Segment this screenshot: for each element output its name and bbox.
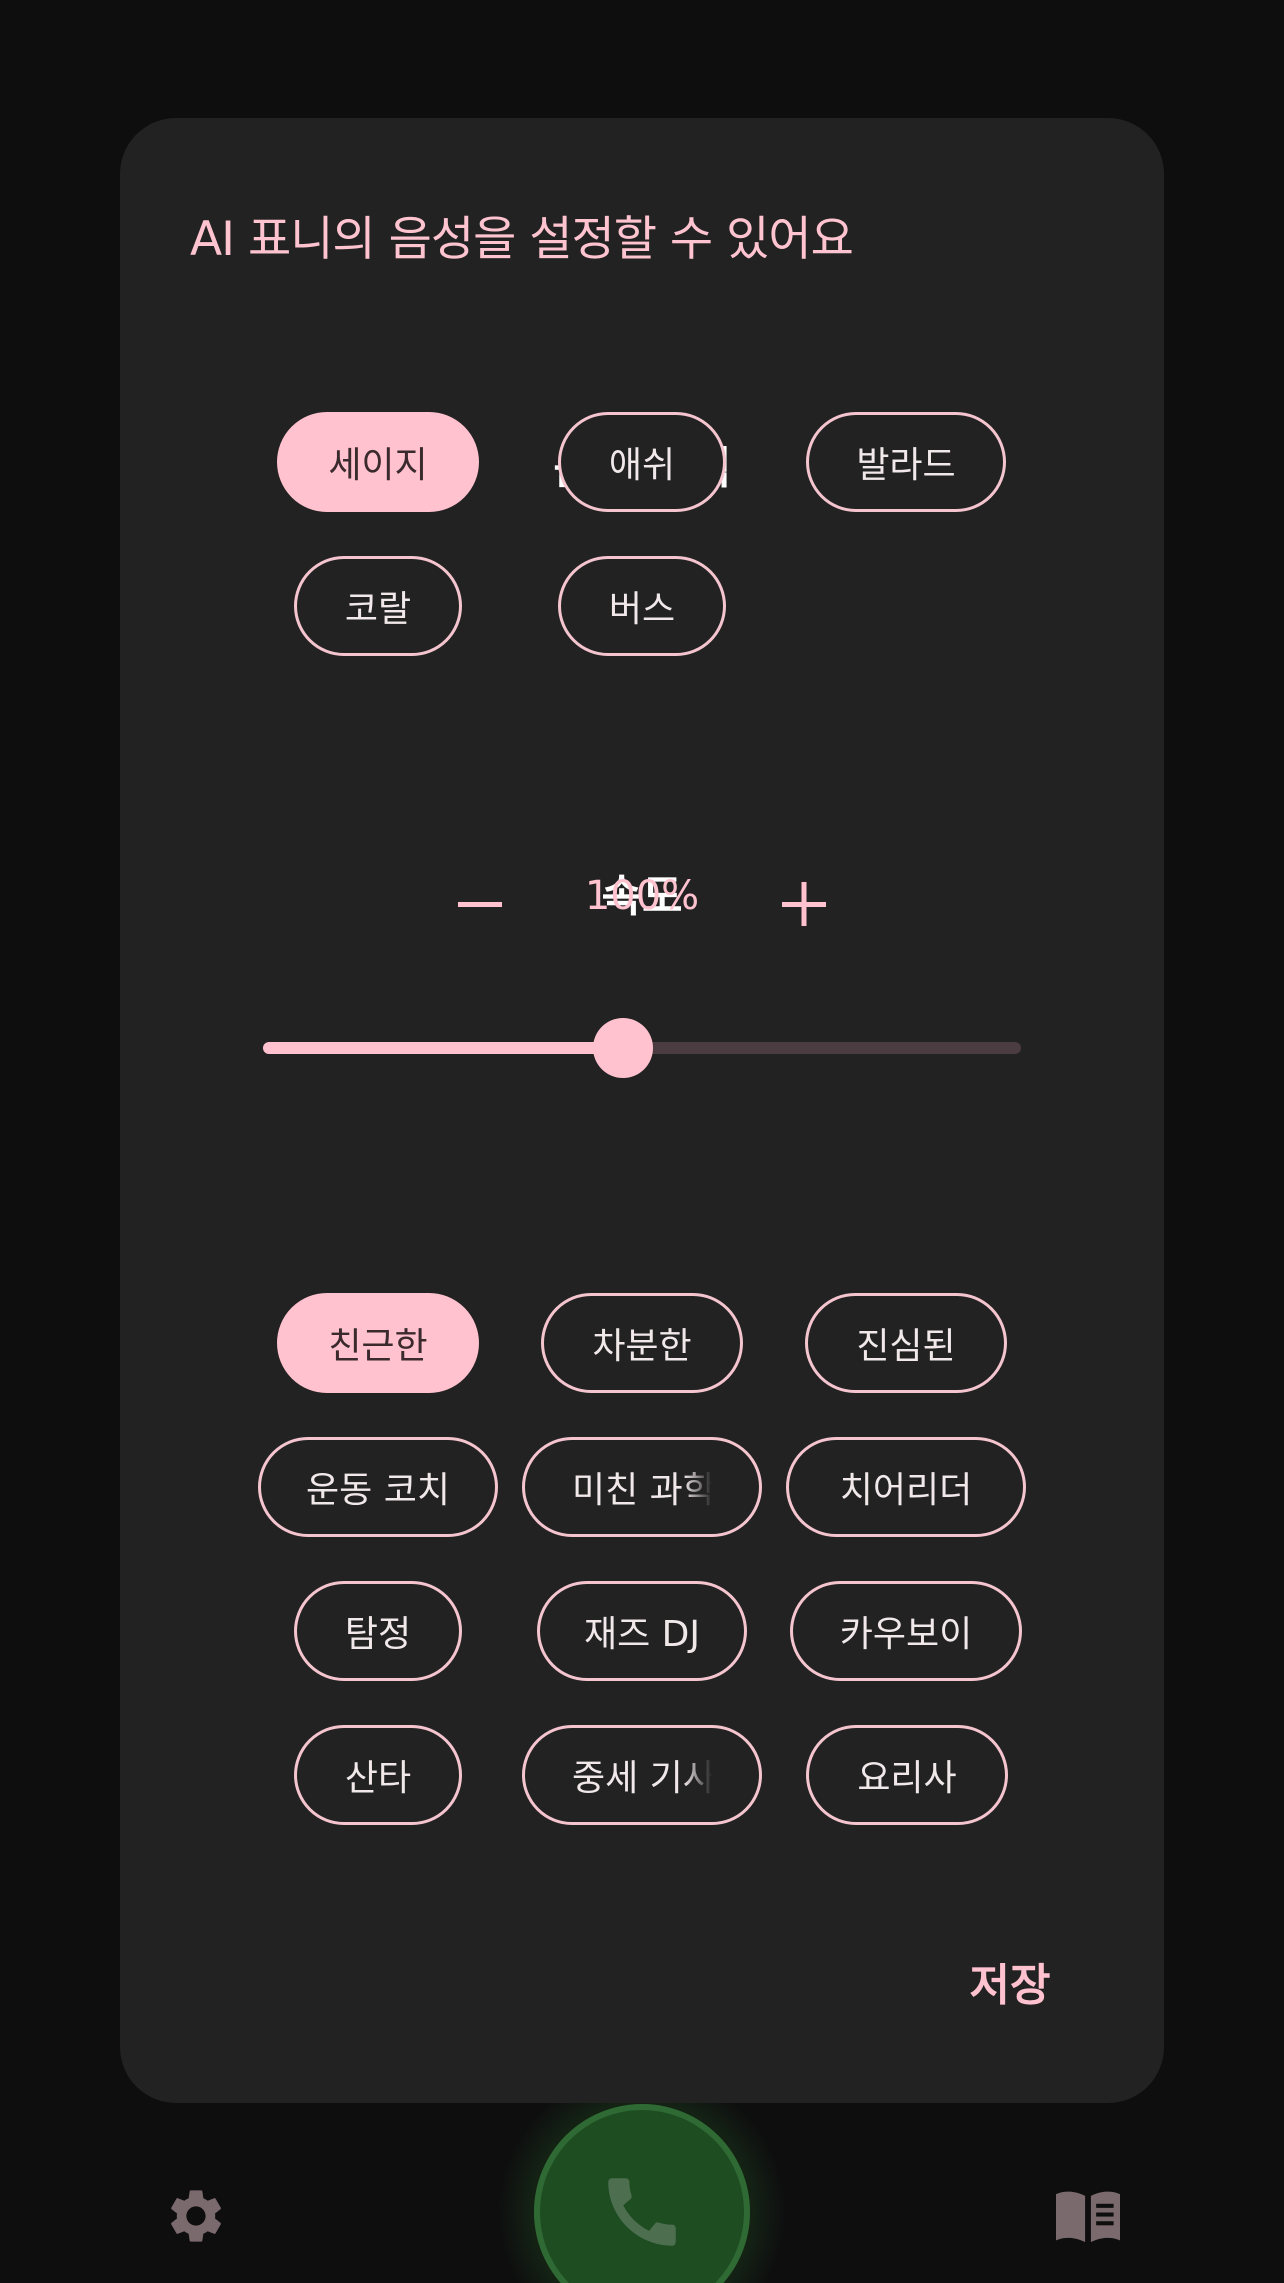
tone-option-detective[interactable]: 탐정 [294,1581,462,1681]
tone-option-label: 재즈 DJ [583,1614,701,1655]
tone-option-medieval-knight[interactable]: 중세 기사 [522,1725,762,1825]
save-button[interactable]: 저장 [940,1946,1080,2016]
tone-option-chef[interactable]: 요리사 [806,1725,1008,1825]
speed-slider[interactable] [263,1018,1021,1078]
tone-option-label: 미친 과학자 [572,1470,712,1511]
minus-icon [458,902,502,907]
tone-option-label: 운동 코치 [306,1470,450,1511]
tone-option-label: 카우보이 [839,1614,973,1655]
phone-icon [608,2178,676,2246]
speed-value: 100% [584,873,700,919]
tone-option-cheerleader[interactable]: 치어리더 [786,1437,1026,1537]
voice-option-label: 코랄 [344,589,412,630]
voice-settings-dialog: AI 표니의 음성을 설정할 수 있어요 음성 선택 세이지 애쉬 발라드 코랄… [120,118,1164,2103]
tone-option-calm[interactable]: 차분한 [541,1293,743,1393]
tone-option-label: 산타 [344,1758,412,1799]
voice-option-sage[interactable]: 세이지 [277,412,479,512]
voice-option-ash[interactable]: 애쉬 [558,412,726,512]
tone-option-mad-scientist[interactable]: 미친 과학자 [522,1437,762,1537]
tone-option-fitness-coach[interactable]: 운동 코치 [258,1437,498,1537]
tone-option-label: 요리사 [857,1758,957,1799]
tone-option-cowboy[interactable]: 카우보이 [790,1581,1022,1681]
voice-option-verse[interactable]: 버스 [558,556,726,656]
voice-option-label: 애쉬 [608,445,676,486]
voice-option-ballad[interactable]: 발라드 [806,412,1006,512]
tone-option-label: 친근한 [328,1326,428,1367]
gear-icon [171,2190,221,2242]
speed-increase-button[interactable] [764,864,844,944]
tone-option-santa[interactable]: 산타 [294,1725,462,1825]
tone-option-friendly[interactable]: 친근한 [277,1293,479,1393]
speed-slider-thumb[interactable] [593,1018,654,1078]
tone-option-label: 탐정 [344,1614,412,1655]
speed-slider-fill [263,1042,624,1054]
tone-option-jazz-dj[interactable]: 재즈 DJ [537,1581,747,1681]
voice-option-label: 버스 [608,589,676,630]
dialog-title: AI 표니의 음성을 설정할 수 있어요 [190,212,854,267]
tone-option-label: 치어리더 [839,1470,973,1511]
book-icon [1056,2191,1120,2243]
voice-option-label: 발라드 [856,445,956,486]
screen: AI 표니의 음성을 설정할 수 있어요 음성 선택 세이지 애쉬 발라드 코랄… [0,0,1284,2283]
voice-option-coral[interactable]: 코랄 [294,556,462,656]
guide-button[interactable] [1048,2180,1128,2252]
tone-option-label: 진심된 [856,1326,956,1367]
tone-option-label: 차분한 [592,1326,692,1367]
voice-option-label: 세이지 [328,445,428,486]
plus-icon [782,882,826,926]
tone-option-label: 중세 기사 [572,1758,712,1799]
speed-decrease-button[interactable] [440,864,520,944]
settings-button[interactable] [160,2180,232,2252]
tone-option-sincere[interactable]: 진심된 [805,1293,1007,1393]
